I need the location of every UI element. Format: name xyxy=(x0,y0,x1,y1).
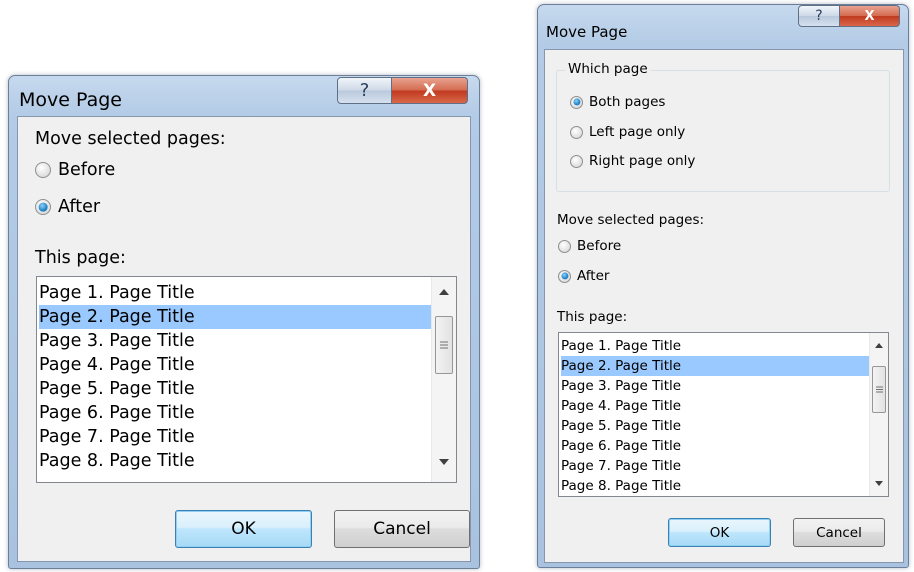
list-item[interactable]: Page 4. Page Title xyxy=(561,396,870,416)
move-selected-label: Move selected pages: xyxy=(35,129,226,149)
list-item[interactable]: Page 3. Page Title xyxy=(39,329,433,353)
close-icon: X xyxy=(422,80,437,101)
ok-button-label: OK xyxy=(231,519,256,539)
radio-left-page-only-indicator[interactable] xyxy=(570,125,583,139)
vertical-scrollbar[interactable] xyxy=(869,333,888,496)
list-item[interactable]: Page 1. Page Title xyxy=(561,336,870,356)
list-item[interactable]: Page 1. Page Title xyxy=(39,281,433,305)
page-listbox[interactable]: Page 1. Page Title Page 2. Page Title Pa… xyxy=(558,332,889,497)
list-item[interactable]: Page 6. Page Title xyxy=(561,436,870,456)
cancel-button[interactable]: Cancel xyxy=(793,518,885,547)
radio-before-indicator[interactable] xyxy=(35,162,51,178)
close-button[interactable]: X xyxy=(392,77,468,104)
this-page-label: This page: xyxy=(35,248,126,268)
scroll-down-icon[interactable] xyxy=(870,476,888,490)
radio-both-pages-label: Both pages xyxy=(589,94,666,110)
list-item[interactable]: Page 4. Page Title xyxy=(39,353,433,377)
list-item[interactable]: Page 2. Page Title xyxy=(561,356,870,376)
radio-right-page-only[interactable]: Right page only xyxy=(570,153,695,169)
dialog-body: Which page Both pages Left page only Rig… xyxy=(544,49,904,563)
radio-left-page-only[interactable]: Left page only xyxy=(570,124,685,140)
cancel-button[interactable]: Cancel xyxy=(334,510,470,548)
list-item[interactable]: Page 7. Page Title xyxy=(561,456,870,476)
radio-after-indicator[interactable] xyxy=(558,269,571,283)
radio-after-label: After xyxy=(58,197,101,217)
help-button[interactable]: ? xyxy=(798,5,840,27)
help-icon: ? xyxy=(815,8,823,24)
scroll-grip-icon xyxy=(875,386,883,393)
radio-both-pages[interactable]: Both pages xyxy=(570,94,665,110)
scroll-thumb[interactable] xyxy=(435,316,453,374)
close-button[interactable]: X xyxy=(840,5,900,27)
radio-right-page-only-label: Right page only xyxy=(589,153,696,169)
move-page-dialog-small: Move Page ? X Move selected pages: Befor… xyxy=(8,75,480,569)
scroll-down-icon[interactable] xyxy=(432,453,456,471)
help-icon: ? xyxy=(359,80,370,101)
scroll-thumb[interactable] xyxy=(872,366,886,413)
list-item[interactable]: Page 2. Page Title xyxy=(39,305,433,329)
dialog-body: Move selected pages: Before After This p… xyxy=(17,116,471,562)
help-button[interactable]: ? xyxy=(337,77,392,104)
list-item[interactable]: Page 7. Page Title xyxy=(39,425,433,449)
ok-button[interactable]: OK xyxy=(175,510,312,548)
list-item[interactable]: Page 8. Page Title xyxy=(561,476,870,496)
radio-after-label: After xyxy=(577,268,610,284)
page-listbox[interactable]: Page 1. Page Title Page 2. Page Title Pa… xyxy=(36,276,457,483)
ok-button[interactable]: OK xyxy=(668,518,771,547)
radio-before[interactable]: Before xyxy=(558,238,621,254)
close-icon: X xyxy=(864,8,875,24)
scroll-grip-icon xyxy=(440,341,448,349)
radio-right-page-only-indicator[interactable] xyxy=(570,154,583,168)
which-page-group: Which page Both pages Left page only Rig… xyxy=(556,61,890,192)
dialog-title: Move Page xyxy=(19,89,122,111)
this-page-label: This page: xyxy=(557,309,628,325)
dialog-title: Move Page xyxy=(546,23,628,41)
list-item[interactable]: Page 5. Page Title xyxy=(39,377,433,401)
radio-both-pages-indicator[interactable] xyxy=(570,95,583,109)
radio-before[interactable]: Before xyxy=(35,160,115,180)
list-item[interactable]: Page 3. Page Title xyxy=(561,376,870,396)
radio-before-label: Before xyxy=(577,238,622,254)
vertical-scrollbar[interactable] xyxy=(431,277,456,482)
radio-left-page-only-label: Left page only xyxy=(589,124,686,140)
scroll-up-icon[interactable] xyxy=(432,283,456,301)
radio-before-label: Before xyxy=(58,160,116,180)
which-page-caption: Which page xyxy=(565,61,651,77)
move-page-dialog-large: Move Page ? X Which page Both pages Left… xyxy=(537,4,909,568)
ok-button-label: OK xyxy=(709,524,730,541)
scroll-up-icon[interactable] xyxy=(870,338,888,352)
move-selected-label: Move selected pages: xyxy=(557,212,705,228)
cancel-button-label: Cancel xyxy=(816,524,862,541)
radio-after[interactable]: After xyxy=(35,197,100,217)
cancel-button-label: Cancel xyxy=(373,519,431,539)
list-item[interactable]: Page 6. Page Title xyxy=(39,401,433,425)
dialog-title-bar[interactable]: Move Page ? X xyxy=(9,76,479,116)
list-item[interactable]: Page 5. Page Title xyxy=(561,416,870,436)
radio-after[interactable]: After xyxy=(558,268,609,284)
list-item[interactable]: Page 8. Page Title xyxy=(39,449,433,473)
radio-after-indicator[interactable] xyxy=(35,199,51,215)
dialog-title-bar[interactable]: Move Page ? X xyxy=(538,5,908,45)
radio-before-indicator[interactable] xyxy=(558,239,571,253)
